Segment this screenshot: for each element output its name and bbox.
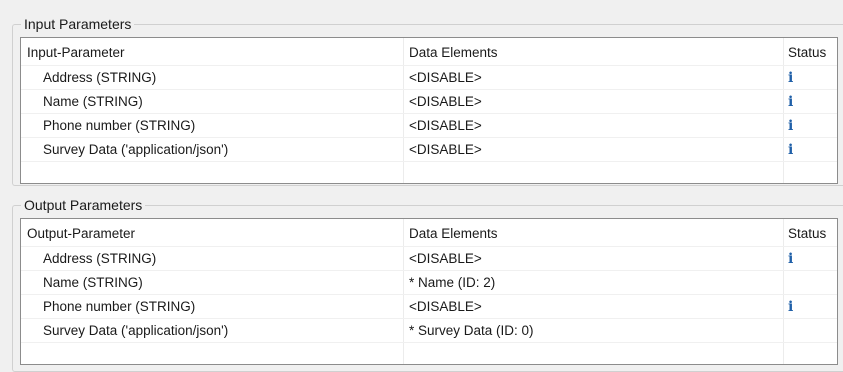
table-row[interactable]: Phone number (STRING) <DISABLE> i <box>21 294 837 318</box>
parameter-name: Address (STRING) <box>43 251 157 266</box>
parameter-name: Name (STRING) <box>43 275 143 290</box>
table-row-empty[interactable] <box>21 342 837 366</box>
parameter-name: Address (STRING) <box>43 70 157 85</box>
parameter-name: Survey Data ('application/json') <box>43 142 229 157</box>
output-parameters-group: Output Parameters Output-Parameter Data … <box>12 196 843 372</box>
parameter-name: Phone number (STRING) <box>43 299 196 314</box>
parameter-name: Survey Data ('application/json') <box>43 323 229 338</box>
data-element-cell[interactable]: <DISABLE> <box>403 90 783 114</box>
info-icon[interactable]: i <box>788 90 793 114</box>
column-header-data-elements[interactable]: Data Elements <box>403 222 783 246</box>
status-cell[interactable]: i <box>783 138 837 162</box>
info-icon[interactable]: i <box>788 114 793 138</box>
table-row[interactable]: Survey Data ('application/json') * Surve… <box>21 318 837 342</box>
table-row[interactable]: Address (STRING) <DISABLE> i <box>21 65 837 89</box>
info-icon[interactable]: i <box>788 138 793 162</box>
info-icon[interactable]: i <box>788 295 793 319</box>
status-cell[interactable]: i <box>783 295 837 319</box>
status-cell[interactable]: i <box>783 66 837 90</box>
status-cell[interactable]: i <box>783 90 837 114</box>
data-element-cell[interactable]: <DISABLE> <box>403 247 783 271</box>
data-element-cell[interactable]: <DISABLE> <box>403 66 783 90</box>
input-parameters-title: Input Parameters <box>21 15 135 33</box>
data-element-cell[interactable]: <DISABLE> <box>403 114 783 138</box>
info-icon[interactable]: i <box>788 247 793 271</box>
column-header-input-parameter[interactable]: Input-Parameter <box>21 41 403 65</box>
status-cell[interactable] <box>783 271 837 295</box>
data-element-cell[interactable]: * Name (ID: 2) <box>403 271 783 295</box>
parameter-name: Phone number (STRING) <box>43 118 196 133</box>
status-cell[interactable]: i <box>783 114 837 138</box>
column-header-status[interactable]: Status <box>783 41 837 65</box>
input-parameters-group: Input Parameters Input-Parameter Data El… <box>12 15 843 186</box>
parameter-name: Name (STRING) <box>43 94 143 109</box>
info-icon[interactable]: i <box>788 66 793 90</box>
table-header-row: Output-Parameter Data Elements Status <box>21 222 837 246</box>
data-element-cell[interactable]: * Survey Data (ID: 0) <box>403 319 783 343</box>
output-parameters-table: Output-Parameter Data Elements Status Ad… <box>20 218 838 365</box>
column-header-status[interactable]: Status <box>783 222 837 246</box>
status-cell[interactable]: i <box>783 247 837 271</box>
table-row[interactable]: Phone number (STRING) <DISABLE> i <box>21 113 837 137</box>
data-element-cell[interactable]: <DISABLE> <box>403 295 783 319</box>
data-element-cell[interactable]: <DISABLE> <box>403 138 783 162</box>
table-row[interactable]: Name (STRING) * Name (ID: 2) <box>21 270 837 294</box>
column-header-data-elements[interactable]: Data Elements <box>403 41 783 65</box>
input-parameters-table: Input-Parameter Data Elements Status Add… <box>20 37 838 184</box>
table-row[interactable]: Address (STRING) <DISABLE> i <box>21 246 837 270</box>
status-cell[interactable] <box>783 319 837 343</box>
table-row-empty[interactable] <box>21 161 837 185</box>
table-header-row: Input-Parameter Data Elements Status <box>21 41 837 65</box>
table-row[interactable]: Survey Data ('application/json') <DISABL… <box>21 137 837 161</box>
column-header-output-parameter[interactable]: Output-Parameter <box>21 222 403 246</box>
output-parameters-title: Output Parameters <box>21 196 146 214</box>
table-row[interactable]: Name (STRING) <DISABLE> i <box>21 89 837 113</box>
